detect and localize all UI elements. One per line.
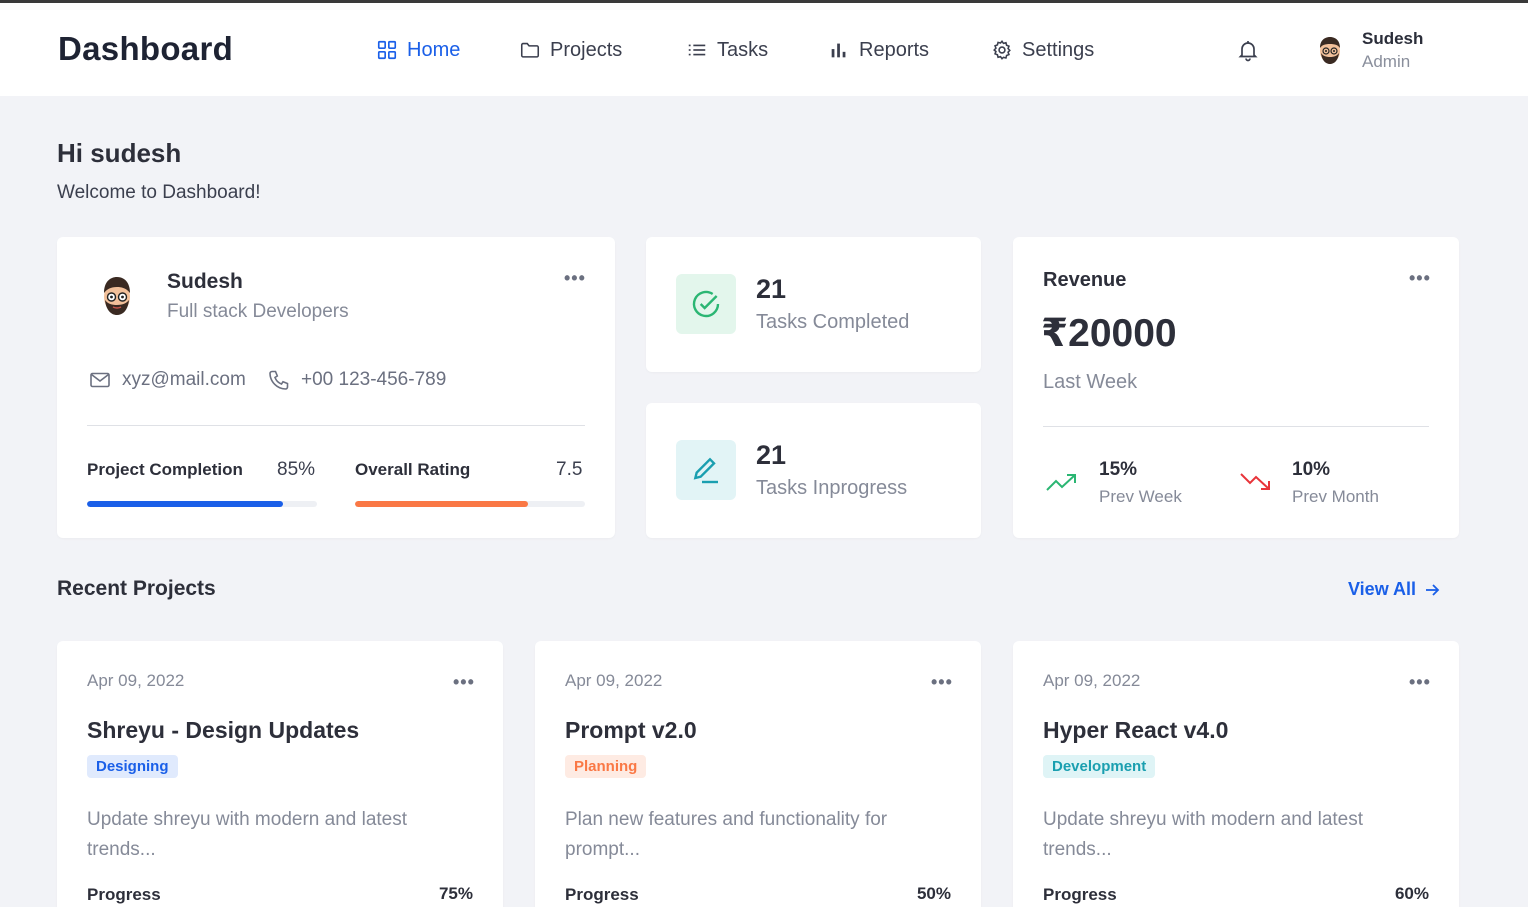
project-date: Apr 09, 2022 — [565, 671, 663, 690]
check-circle-icon — [676, 274, 736, 334]
project-title[interactable]: Hyper React v4.0 — [1043, 717, 1228, 744]
user-name[interactable]: Sudesh — [1362, 29, 1423, 49]
profile-role: Full stack Developers — [167, 301, 349, 322]
overall-rating-bar — [355, 501, 585, 507]
stat-label: Tasks Completed — [756, 311, 910, 333]
trend-percent: 15% — [1099, 459, 1138, 480]
more-options-icon[interactable]: ••• — [1409, 269, 1431, 287]
overall-rating-value: 7.5 — [556, 459, 583, 480]
progress-value: 75% — [438, 884, 473, 903]
stat-label: Tasks Inprogress — [756, 477, 908, 499]
project-tag: Development — [1043, 755, 1156, 778]
project-card[interactable]: Apr 09, 2022 ••• Shreyu - Design Updates… — [57, 641, 503, 907]
stat-value: 21 — [756, 274, 787, 304]
project-card[interactable]: Apr 09, 2022 ••• Hyper React v4.0 Develo… — [1013, 641, 1459, 907]
trend-label: Prev Week — [1099, 487, 1182, 506]
bell-icon[interactable] — [1236, 38, 1260, 62]
project-description: Update shreyu with modern and latest tre… — [87, 809, 408, 860]
section-title: Recent Projects — [57, 577, 216, 600]
stat-card-inprogress: 21 Tasks Inprogress — [646, 403, 981, 538]
progress-value: 60% — [1394, 884, 1429, 903]
project-completion-label: Project Completion — [87, 460, 243, 479]
contact-email[interactable]: xyz@mail.com — [88, 368, 246, 392]
progress-label: Progress — [87, 885, 161, 904]
progress-fill — [355, 501, 528, 507]
project-completion-value: 85% — [277, 459, 316, 480]
user-role: Admin — [1362, 52, 1411, 71]
view-all-label: View All — [1348, 579, 1417, 599]
nav-item-label: Tasks — [717, 38, 769, 61]
nav-item-settings[interactable]: Settings — [991, 37, 1094, 63]
project-title[interactable]: Prompt v2.0 — [565, 717, 697, 744]
trend-percent: 10% — [1292, 459, 1331, 480]
nav-item-home[interactable]: Home — [376, 37, 460, 63]
arrow-right-icon — [1426, 583, 1440, 596]
progress-value: 50% — [916, 884, 951, 903]
mail-icon — [90, 372, 110, 388]
progress-label: Progress — [1043, 885, 1117, 904]
revenue-title: Revenue — [1043, 269, 1127, 291]
bar-chart-icon — [831, 43, 846, 58]
nav-item-label: Home — [407, 38, 461, 61]
contact-phone[interactable]: +00 123-456-789 — [267, 368, 446, 392]
project-title[interactable]: Shreyu - Design Updates — [87, 717, 359, 744]
more-options-icon[interactable]: ••• — [453, 673, 475, 691]
nav-item-label: Reports — [859, 38, 930, 61]
more-options-icon[interactable]: ••• — [931, 673, 953, 691]
nav-item-projects[interactable]: Projects — [519, 37, 622, 63]
project-date: Apr 09, 2022 — [87, 671, 185, 690]
project-tag: Designing — [87, 755, 178, 778]
project-description: Update shreyu with modern and latest tre… — [1043, 809, 1364, 860]
more-options-icon[interactable]: ••• — [564, 269, 586, 287]
grid-icon — [377, 40, 397, 60]
top-navbar: Dashboard Home Projects Tasks Reports Se… — [0, 3, 1528, 96]
trend-down-icon — [1240, 473, 1270, 490]
profile-name: Sudesh — [167, 270, 243, 293]
greeting-subtitle: Welcome to Dashboard! — [57, 182, 261, 203]
phone-text: +00 123-456-789 — [301, 369, 447, 390]
avatar — [104, 277, 130, 315]
project-description: Plan new features and functionality for … — [565, 809, 888, 860]
view-all-link[interactable]: View All — [1348, 579, 1440, 600]
divider — [87, 425, 585, 426]
profile-card: Sudesh Full stack Developers ••• xyz@mai… — [57, 237, 615, 538]
overall-rating-label: Overall Rating — [355, 460, 471, 479]
list-icon — [688, 44, 706, 56]
revenue-amount: ₹20000 — [1041, 312, 1177, 355]
stat-value: 21 — [756, 440, 787, 470]
email-text: xyz@mail.com — [122, 369, 246, 390]
progress-fill — [87, 501, 283, 507]
folder-icon — [520, 42, 540, 58]
edit-pen-icon — [676, 440, 736, 500]
revenue-period: Last Week — [1043, 371, 1138, 393]
project-completion-bar — [87, 501, 317, 507]
greeting-title: Hi sudesh — [57, 138, 182, 168]
nav-item-tasks[interactable]: Tasks — [686, 37, 768, 63]
project-tag: Planning — [565, 755, 647, 778]
divider — [1043, 426, 1429, 427]
nav-item-reports[interactable]: Reports — [828, 37, 929, 63]
revenue-card: Revenue ••• ₹20000 Last Week 15% Prev We… — [1013, 237, 1459, 538]
trend-label: Prev Month — [1292, 487, 1379, 506]
stat-card-completed: 21 Tasks Completed — [646, 237, 981, 372]
brand-title[interactable]: Dashboard — [58, 30, 233, 68]
nav-item-label: Projects — [550, 38, 623, 61]
nav-item-label: Settings — [1022, 38, 1095, 61]
phone-icon — [269, 370, 289, 390]
more-options-icon[interactable]: ••• — [1409, 673, 1431, 691]
project-card[interactable]: Apr 09, 2022 ••• Prompt v2.0 Planning Pl… — [535, 641, 981, 907]
progress-label: Progress — [565, 885, 639, 904]
project-date: Apr 09, 2022 — [1043, 671, 1141, 690]
gear-icon — [993, 40, 1011, 60]
avatar[interactable] — [1314, 34, 1346, 66]
trend-up-icon — [1046, 474, 1076, 491]
